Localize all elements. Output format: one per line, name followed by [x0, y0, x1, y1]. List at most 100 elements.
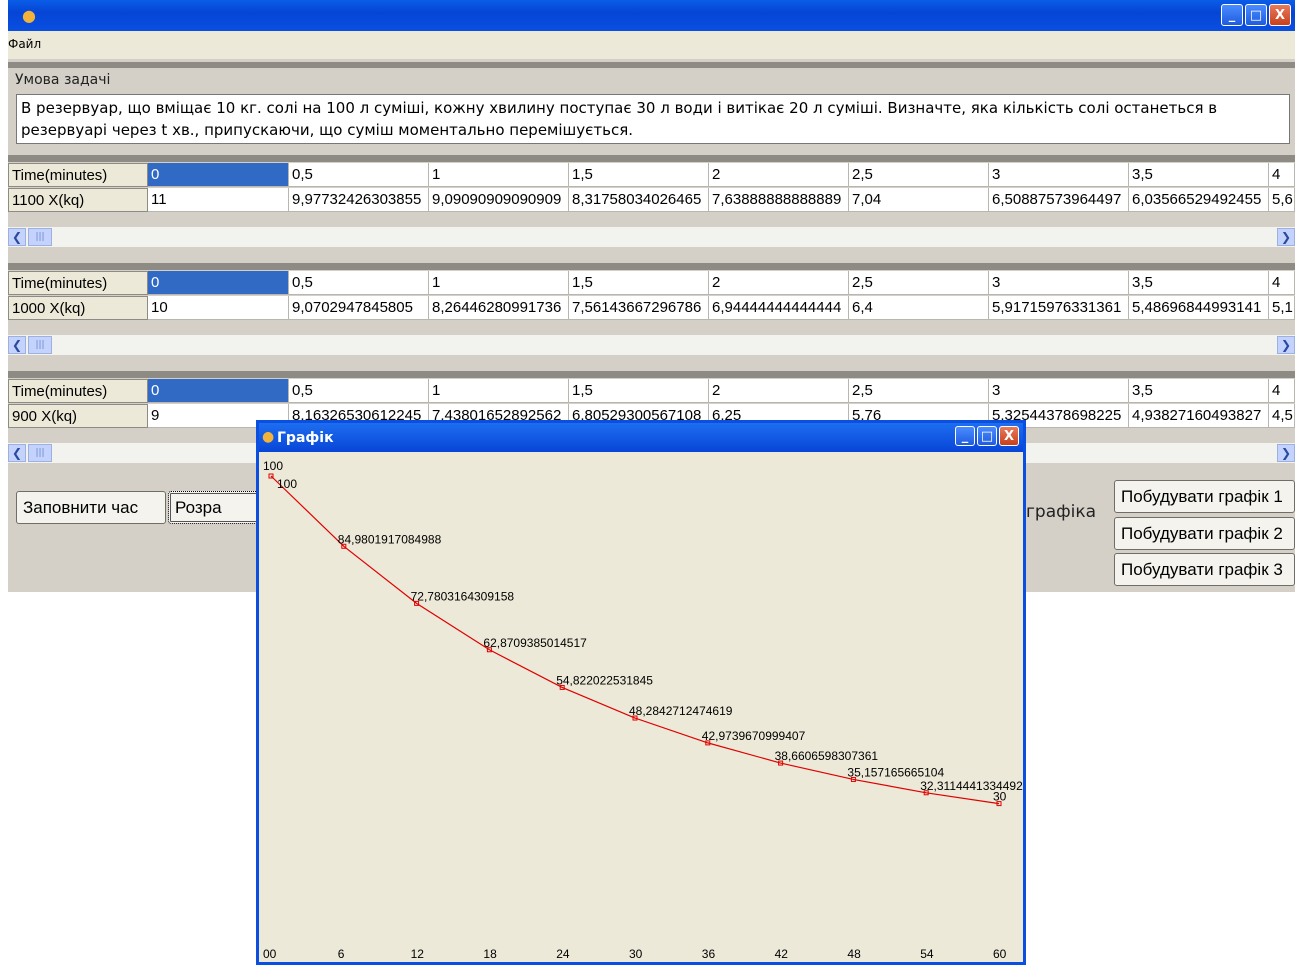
value-row: 1100 X(kq) 11 9,97732426303855 9,0909090909…	[8, 188, 1295, 212]
app-icon: ●	[262, 429, 275, 445]
grid-cell[interactable]: 2,5	[849, 271, 989, 295]
grid-cell[interactable]: 2	[709, 379, 849, 403]
grid-cell[interactable]: 0	[148, 379, 289, 403]
grid-cell[interactable]: 1	[429, 163, 569, 187]
time-row-header: Time(minutes)	[8, 163, 148, 187]
point-label: 72,7803164309158	[411, 589, 515, 603]
grid-cell[interactable]: 4,5	[1269, 404, 1295, 428]
x-tick-label: 00	[263, 947, 277, 961]
scroll-thumb[interactable]: |||	[28, 444, 52, 462]
grid-cell[interactable]: 6,03566529492455	[1129, 188, 1269, 212]
x-tick-label: 60	[993, 947, 1007, 961]
horizontal-scrollbar[interactable]: ❮ ||| ❯	[8, 335, 1295, 355]
grid-cell[interactable]: 0,5	[289, 163, 429, 187]
grid-cell[interactable]: 5,1	[1269, 296, 1295, 320]
grid-cell[interactable]: 8,31758034026465	[569, 188, 709, 212]
grid-cell[interactable]: 2,5	[849, 379, 989, 403]
build-graph-3-button[interactable]: Побудувати графік 3	[1114, 553, 1295, 586]
point-label: 84,9801917084988	[338, 532, 442, 546]
point-label: 32,3114441334492	[920, 779, 1023, 793]
grid-cell[interactable]: 10	[148, 296, 289, 320]
app-icon: ●	[22, 6, 36, 25]
grid-cell[interactable]: 6,4	[849, 296, 989, 320]
scroll-thumb[interactable]: |||	[28, 336, 52, 354]
menu-file[interactable]: Файл	[8, 37, 41, 51]
scroll-left-icon[interactable]: ❮	[8, 228, 26, 246]
grid-cell[interactable]: 3	[989, 271, 1129, 295]
grid-cell[interactable]: 7,04	[849, 188, 989, 212]
grid-cell[interactable]: 0	[148, 163, 289, 187]
scroll-thumb[interactable]: |||	[28, 228, 52, 246]
grid-cell[interactable]: 1,5	[569, 271, 709, 295]
grid-cell[interactable]: 0,5	[289, 379, 429, 403]
grid-cell[interactable]: 11	[148, 188, 289, 212]
chart-window-controls: _ □ X	[955, 426, 1019, 446]
data-grid-2[interactable]: Time(minutes) 0 0,5 1 1,5 2 2,5 3 3,5 4 1000 X(kq)…	[8, 263, 1295, 366]
grid-cell[interactable]: 9,97732426303855	[289, 188, 429, 212]
task-group-label: Умова задачі	[13, 72, 113, 88]
fill-time-button[interactable]: Заповнити час	[16, 491, 166, 524]
grid-cell[interactable]: 4	[1269, 271, 1295, 295]
scroll-right-icon[interactable]: ❯	[1277, 336, 1295, 354]
grid-cell[interactable]: 4	[1269, 163, 1295, 187]
build-graph-2-button[interactable]: Побудувати графік 2	[1114, 517, 1295, 550]
x-tick-label: 24	[556, 947, 570, 961]
window-controls: _ □ X	[1221, 4, 1291, 26]
calculate-button[interactable]: Розра	[168, 491, 260, 524]
x-tick-label: 12	[411, 947, 425, 961]
chart-close-button[interactable]: X	[999, 426, 1019, 446]
grid-cell[interactable]: 8,26446280991736	[429, 296, 569, 320]
series-line	[270, 475, 1000, 805]
grid-cell[interactable]: 3,5	[1129, 379, 1269, 403]
x-tick-label: 6	[338, 947, 345, 961]
maximize-button[interactable]: □	[1245, 4, 1267, 26]
x-tick-label: 48	[847, 947, 861, 961]
grid-cell[interactable]: 6,94444444444444	[709, 296, 849, 320]
grid-cell[interactable]: 5,91715976331361	[989, 296, 1129, 320]
grid-cell[interactable]: 3,5	[1129, 271, 1269, 295]
grid-cell[interactable]: 1	[429, 271, 569, 295]
grid-cell[interactable]: 6,50887573964497	[989, 188, 1129, 212]
scroll-left-icon[interactable]: ❮	[8, 336, 26, 354]
grid-cell[interactable]: 9,0702947845805	[289, 296, 429, 320]
grid-cell[interactable]: 1,5	[569, 163, 709, 187]
grid-cell[interactable]: 4,93827160493827	[1129, 404, 1269, 428]
grid-cell[interactable]: 2,5	[849, 163, 989, 187]
data-grid-1[interactable]: Time(minutes) 0 0,5 1 1,5 2 2,5 3 3,5 4 1100 X(kq)…	[8, 155, 1295, 258]
grid-cell[interactable]: 2	[709, 271, 849, 295]
grid-cell[interactable]: 5,48696844993141	[1129, 296, 1269, 320]
grid-cell[interactable]: 3	[989, 163, 1129, 187]
task-text[interactable]: В резервуар, що вміщає 10 кг. солі на 10…	[16, 94, 1290, 144]
grid-cell[interactable]: 1,5	[569, 379, 709, 403]
minimize-button[interactable]: _	[1221, 4, 1243, 26]
chart-window-title: Графік	[277, 430, 334, 446]
grid-cell[interactable]: 7,63888888888889	[709, 188, 849, 212]
title-bar: ● _ □ X	[8, 0, 1295, 31]
graph-label: графіка	[1026, 502, 1097, 522]
value-row: 1000 X(kq) 10 9,0702947845805 8,26446280991…	[8, 296, 1295, 320]
grid-cell[interactable]: 5,6	[1269, 188, 1295, 212]
chart-window-title-bar: ● Графік _ □ X	[259, 423, 1023, 452]
grid-cell[interactable]: 2	[709, 163, 849, 187]
horizontal-scrollbar[interactable]: ❮ ||| ❯	[8, 227, 1295, 247]
scroll-right-icon[interactable]: ❯	[1277, 228, 1295, 246]
close-button[interactable]: X	[1269, 4, 1291, 26]
scroll-right-icon[interactable]: ❯	[1277, 444, 1295, 462]
grid-cell[interactable]: 4	[1269, 379, 1295, 403]
grid-cell[interactable]: 3	[989, 379, 1129, 403]
chart-minimize-button[interactable]: _	[955, 426, 975, 446]
point-label: 54,822022531845	[556, 673, 653, 687]
x-tick-label: 54	[920, 947, 934, 961]
time-row-header: Time(minutes)	[8, 379, 148, 403]
build-graph-1-button[interactable]: Побудувати графік 1	[1114, 480, 1295, 513]
chart-maximize-button[interactable]: □	[977, 426, 997, 446]
grid-cell[interactable]: 9,09090909090909	[429, 188, 569, 212]
grid-cell[interactable]: 3,5	[1129, 163, 1269, 187]
grid-cell[interactable]: 0	[148, 271, 289, 295]
scroll-left-icon[interactable]: ❮	[8, 444, 26, 462]
grid-cell[interactable]: 1	[429, 379, 569, 403]
y-top-label: 100	[263, 459, 283, 473]
grid-cell[interactable]: 0,5	[289, 271, 429, 295]
point-label: 62,8709385014517	[483, 636, 587, 650]
grid-cell[interactable]: 7,56143667296786	[569, 296, 709, 320]
